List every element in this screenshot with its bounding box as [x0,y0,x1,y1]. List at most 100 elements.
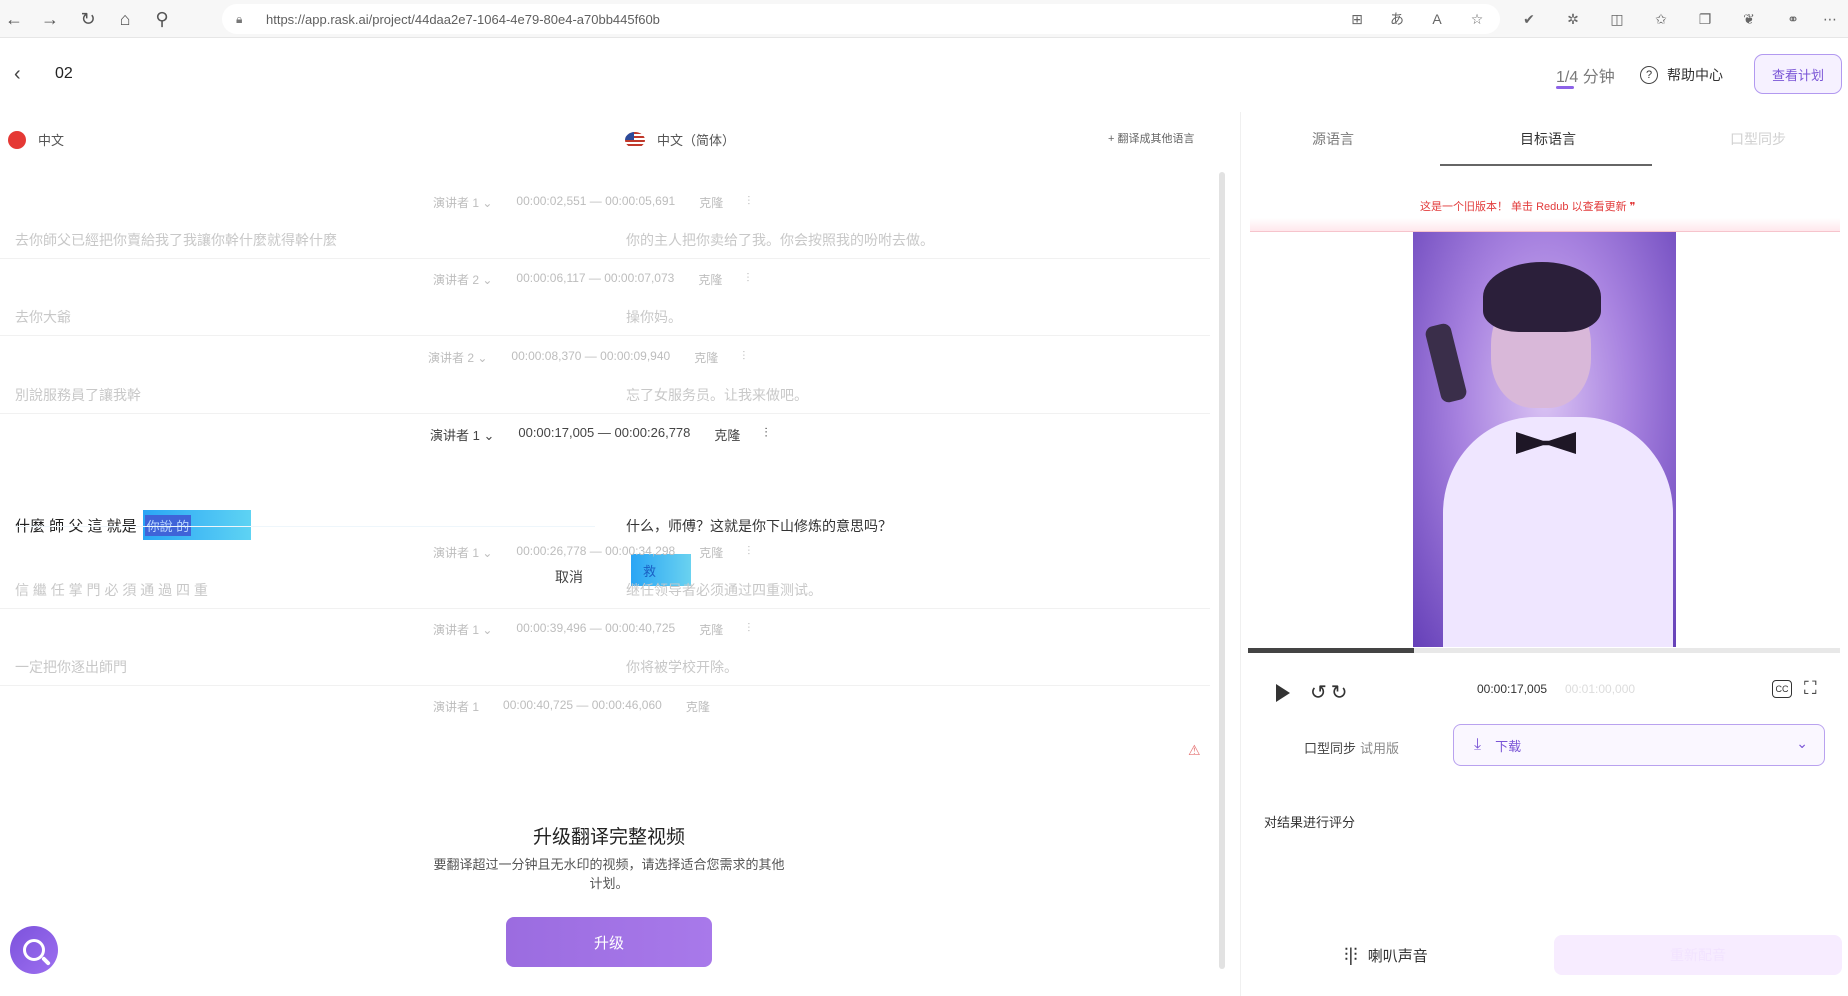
performance-icon[interactable]: ❦ [1739,9,1759,29]
upgrade-description: 要翻译超过一分钟且无水印的视频，请选择适合您需求的其他计划。 [433,857,785,891]
translate-other-button[interactable]: + 翻译成其他语言 [1108,130,1194,146]
extension-icon[interactable]: ✔ [1519,9,1539,29]
waveform-icon[interactable]: ⫶ [742,349,745,366]
video-progress-fill [1248,648,1414,653]
address-bar[interactable]: 🔒︎ https://app.rask.ai/project/44daa2e7-… [222,4,1500,34]
help-center-link[interactable]: ? 帮助中心 [1640,65,1723,85]
speaker-select[interactable]: 演讲者 1 [433,698,479,715]
back-arrow-icon[interactable]: ← [2,7,26,31]
warning-icon[interactable]: ⚠ [1188,742,1201,759]
collections-icon[interactable]: ❐ [1695,9,1715,29]
clone-button[interactable]: 克隆 [699,194,723,211]
more-icon[interactable]: ⋯ [1820,9,1840,29]
speaker-select[interactable]: 演讲者 1 ⌄ [433,544,492,561]
source-language-label: 中文 [38,133,65,148]
search-fab[interactable] [10,926,58,974]
redub-button[interactable]: 重新配音 [1554,935,1842,975]
translate-icon[interactable]: あ [1387,9,1407,29]
segment-target-text[interactable]: 你将被学校开除。 [626,657,738,677]
app-icon[interactable]: ⊞ [1347,9,1367,29]
lock-icon: 🔒︎ [236,12,243,26]
app-header: ‹ 02 1/4 分钟 ? 帮助中心 查看计划 [0,38,1848,112]
lip-sync-trial[interactable]: 口型同步 试用版 [1304,738,1399,757]
active-target-text[interactable]: 什么，师傅？这就是你下山修炼的意思吗？ [626,516,892,536]
waveform-icon[interactable]: ⫶ [747,544,750,561]
search-icon[interactable]: ⚲ [150,7,174,31]
segment-divider [0,335,1210,336]
home-icon[interactable]: ⌂ [113,7,137,31]
play-icon[interactable] [1276,683,1290,702]
segment-source-text[interactable]: 別說服務員了讓我幹 [15,385,141,405]
segment-target-text[interactable]: 忘了女服务员。让我来做吧。 [626,385,808,405]
clone-button[interactable]: 克隆 [699,621,723,638]
waveform-icon[interactable]: ⫶ [747,194,750,211]
old-version-notice[interactable]: 这是一个旧版本！ 单击 Redub 以查看更新 ❞ [1420,198,1636,214]
tab-lip-sync[interactable]: 口型同步 [1730,129,1786,149]
share-icon[interactable]: ⚭ [1783,9,1803,29]
upgrade-title: 升级翻译完整视频 [532,827,685,848]
clone-button[interactable]: 克隆 [698,271,722,288]
target-language[interactable]: 中文（简体） [625,130,735,149]
active-source-input[interactable]: 什麼 師 父 這 就是 你說 的 [15,510,251,540]
speaker-select[interactable]: 演讲者 1 ⌄ [433,194,492,211]
video-figure-hair [1483,262,1601,332]
split-screen-icon[interactable]: ◫ [1607,9,1627,29]
segment-target-text[interactable]: 操你妈。 [626,307,682,327]
segment-source-text[interactable]: 去你大爺 [15,307,71,327]
forward-icon[interactable]: ↻ [1331,680,1348,705]
tab-source-language[interactable]: 源语言 [1312,129,1354,149]
question-icon: ? [1640,66,1658,84]
segment-target-text[interactable]: 继任领导者必须通过四重测试。 [626,580,822,600]
segment-source-text[interactable]: 去你師父已經把你賣給我了我讓你幹什麼就得幹什麼 [15,230,337,250]
puzzle-icon[interactable]: ✲ [1563,9,1583,29]
browser-toolbar: ← → ↻ ⌂ ⚲ 🔒︎ https://app.rask.ai/project… [0,0,1848,38]
clone-button[interactable]: 克隆 [699,544,723,561]
segment-source-text[interactable]: 信 繼 任 掌 門 必 須 通 過 四 重 [15,580,208,600]
notice-strip [1250,218,1840,232]
minutes-counter[interactable]: 1/4 分钟 [1556,63,1615,87]
china-flag-icon [8,130,26,149]
segment-source-text[interactable]: 一定把你逐出師門 [15,657,127,677]
view-plans-button[interactable]: 查看计划 [1754,54,1842,94]
source-language[interactable]: 中文 [8,130,64,149]
segment-time: 00:00:40,725 — 00:00:46,060 [503,698,662,712]
speaker-select[interactable]: 演讲者 2 ⌄ [433,271,492,288]
segment-divider [0,413,1210,414]
read-aloud-icon[interactable]: A [1427,9,1447,29]
waveform-icon[interactable]: ⫶ [746,271,749,288]
waveform-icon[interactable]: ⫶ [764,425,767,444]
speaker-voice-button[interactable]: ⫶|⫶ 喇叭声音 [1344,945,1428,966]
segment-time: 00:00:17,005 — 00:00:26,778 [518,425,691,440]
project-title: 02 [55,65,73,82]
text-highlight: 你說 的 [142,510,251,540]
speaker-select[interactable]: 演讲者 1 ⌄ [430,425,494,444]
clone-button[interactable]: 克隆 [694,349,718,366]
rewind-icon[interactable]: ↺ [1310,680,1327,705]
download-dropdown[interactable]: ⤓ 下载 ⌄ [1453,724,1825,766]
clone-button[interactable]: 克隆 [686,698,710,715]
fullscreen-icon[interactable]: ⛶ [1804,678,1817,699]
waveform-icon[interactable]: ⫶ [747,621,750,638]
forward-arrow-icon[interactable]: → [38,7,62,31]
language-row: 中文 中文（简体） + 翻译成其他语言 [0,112,1230,168]
favorites-icon[interactable]: ✩ [1651,9,1671,29]
upgrade-button[interactable]: 升级 [506,917,712,967]
favorite-star-icon[interactable]: ☆ [1467,9,1487,29]
clone-button[interactable]: 克隆 [714,425,740,444]
speaker-select[interactable]: 演讲者 1 ⌄ [433,621,492,638]
cancel-button[interactable]: 取消 [555,567,583,587]
video-preview[interactable] [1413,232,1676,647]
segment-target-text[interactable]: 你的主人把你卖给了我。你会按照我的吩咐去做。 [626,230,934,250]
segment-time: 00:00:26,778 — 00:00:34,298 [516,544,676,558]
tab-target-language[interactable]: 目标语言 [1520,129,1576,149]
flag-icon [625,131,645,148]
speaker-select[interactable]: 演讲者 2 ⌄ [428,349,487,366]
player-controls: ↺ ↻ [1276,680,1348,705]
chevron-left-icon[interactable]: ‹ [14,63,21,86]
closed-captions-icon[interactable]: CC [1772,680,1792,698]
reload-icon[interactable]: ↻ [76,7,100,31]
transcript-editor: 演讲者 1 ⌄ 00:00:02,551 — 00:00:05,691 克隆 ⫶… [0,170,1230,800]
segment-divider [0,258,1210,259]
source-input-underline [15,526,595,527]
transcript-scrollbar[interactable] [1219,172,1225,969]
